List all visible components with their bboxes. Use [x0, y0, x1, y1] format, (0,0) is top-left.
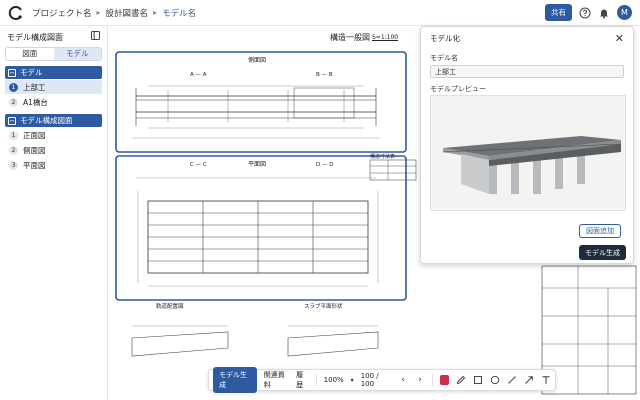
toolbar-generate-model-button[interactable]: モデル生成 — [213, 367, 257, 393]
top-bar: プロジェクト名 ▸ 設計図書名 ▸ モデル名 共有 M — [0, 0, 640, 26]
breadcrumb: プロジェクト名 ▸ 設計図書名 ▸ モデル名 — [32, 7, 196, 19]
bottom-toolbar: モデル生成 関連資料 履歴 100% ▾ 100 / 100 ‹ › — [208, 367, 556, 393]
tab-drawings[interactable]: 図面 — [6, 48, 54, 60]
section-label-c: C — C — [190, 162, 207, 168]
history-button[interactable]: 履歴 — [296, 370, 309, 390]
app-logo-icon[interactable] — [8, 5, 24, 21]
item-number: 2 — [9, 97, 18, 107]
sidebar-item-superstructure[interactable]: 1 上部工 — [5, 80, 102, 94]
bell-icon[interactable] — [598, 7, 610, 19]
sidebar-item-label: 正面図 — [23, 130, 46, 140]
avatar[interactable]: M — [617, 5, 632, 20]
sidebar-item-abutment-a1[interactable]: 2 A1橋台 — [5, 95, 102, 109]
close-icon[interactable]: ✕ — [615, 33, 624, 44]
pencil-icon[interactable] — [456, 375, 466, 386]
section-label: モデル構成図面 — [20, 116, 73, 125]
model-panel: モデル化 ✕ モデル名 上部工 モデルプレビュー 図面追加 モデル生成 — [420, 26, 634, 264]
sidebar-item-label: 上部工 — [23, 82, 46, 92]
section-label-d: D — D — [316, 162, 333, 168]
sidebar-tabs: 図面 モデル — [5, 47, 102, 61]
sidebar-item-front-view[interactable]: 1 正面図 — [5, 128, 102, 142]
arrow-icon[interactable] — [524, 375, 534, 386]
model-name-input[interactable]: 上部工 — [430, 65, 624, 78]
item-number: 2 — [9, 145, 18, 155]
chevron-down-icon[interactable]: ▾ — [351, 377, 354, 384]
page-separator: / — [376, 372, 379, 380]
minus-icon[interactable]: − — [8, 68, 16, 77]
chevron-right-icon[interactable]: › — [415, 375, 425, 386]
sidebar-item-plan-view[interactable]: 3 平面図 — [5, 158, 102, 172]
add-drawing-button[interactable]: 図面追加 — [579, 224, 621, 238]
text-tool-icon[interactable] — [541, 375, 551, 386]
tab-models[interactable]: モデル — [53, 48, 101, 60]
page-indicator: 100 / 100 — [361, 372, 391, 388]
model-preview[interactable] — [430, 95, 626, 211]
bridge-3d-model — [431, 96, 625, 210]
page-current[interactable]: 100 — [361, 372, 374, 380]
table-title: 構造寸法表 — [370, 153, 395, 160]
panel-toggle-icon[interactable] — [91, 31, 100, 43]
section-model-drawings[interactable]: − モデル構成図面 — [5, 114, 102, 127]
circle-icon[interactable] — [490, 375, 500, 386]
minus-icon[interactable]: − — [8, 116, 16, 125]
breadcrumb-model[interactable]: モデル名 — [162, 7, 196, 19]
sidebar-title: モデル構成図面 — [7, 32, 63, 42]
breadcrumb-document[interactable]: 設計図書名 — [106, 7, 149, 19]
side-view-title: 側面図 — [248, 56, 266, 64]
slab-shape-title: スラブ平面形状 — [304, 302, 343, 310]
item-number: 1 — [9, 130, 18, 140]
breadcrumb-project[interactable]: プロジェクト名 — [32, 7, 92, 19]
sidebar: モデル構成図面 図面 モデル − モデル 1 上部工 2 A1橋台 − モデル構… — [0, 26, 108, 400]
section-models[interactable]: − モデル — [5, 66, 102, 79]
track-layout-title: 軌道配置図 — [156, 302, 184, 310]
model-name-label: モデル名 — [430, 54, 458, 62]
section-label-a: A — A — [190, 72, 207, 78]
share-button[interactable]: 共有 — [545, 4, 572, 21]
section-label-b: B — B — [316, 72, 333, 78]
divider — [432, 374, 433, 386]
item-number: 3 — [9, 160, 18, 170]
chevron-right-icon: ▸ — [153, 8, 158, 17]
preview-label: モデルプレビュー — [430, 85, 486, 93]
sidebar-item-label: 側面図 — [23, 145, 46, 155]
rectangle-icon[interactable] — [473, 375, 483, 386]
color-swatch[interactable] — [439, 375, 450, 385]
zoom-level[interactable]: 100% — [324, 376, 344, 384]
chevron-right-icon: ▸ — [96, 8, 101, 17]
page-total: 100 — [360, 380, 375, 388]
sidebar-item-label: A1橋台 — [23, 97, 48, 107]
chevron-left-icon[interactable]: ‹ — [398, 375, 408, 386]
help-icon[interactable] — [579, 7, 591, 19]
item-number: 1 — [9, 82, 18, 92]
section-label: モデル — [20, 68, 43, 77]
related-docs-button[interactable]: 関連資料 — [264, 370, 289, 390]
sidebar-item-side-view[interactable]: 2 側面図 — [5, 143, 102, 157]
sidebar-item-label: 平面図 — [23, 160, 46, 170]
panel-title: モデル化 — [430, 33, 460, 43]
divider — [315, 374, 317, 386]
generate-model-button[interactable]: モデル生成 — [579, 245, 626, 260]
line-icon[interactable] — [507, 375, 517, 386]
plan-view-title: 平面図 — [248, 161, 266, 168]
